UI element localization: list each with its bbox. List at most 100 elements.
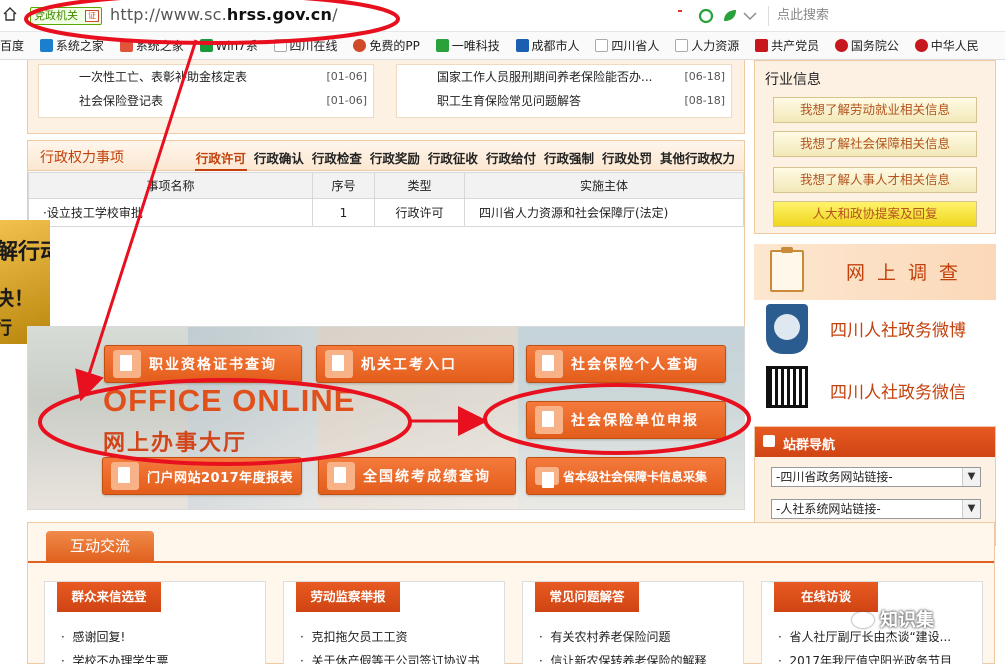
- favorite-label: 四川在线: [289, 39, 338, 53]
- list-item-text: 2017年我厅值守阳光政务节目: [789, 654, 952, 664]
- province-gov-sites-select[interactable]: -四川省政务网站链接- ▼: [771, 467, 981, 487]
- list-item[interactable]: · 2017年我厅值守阳光政务节目: [778, 652, 952, 664]
- list-item[interactable]: · 学校不办理学生票: [61, 652, 168, 664]
- weibo-banner[interactable]: 四川人社政务微博: [754, 300, 996, 358]
- favorite-label: 百度: [0, 39, 25, 53]
- document-search-icon: [535, 350, 563, 378]
- online-survey-banner[interactable]: 网上调查: [754, 244, 996, 300]
- hrss-system-sites-select[interactable]: -人社系统网站链接- ▼: [771, 499, 981, 519]
- list-item-text: 学校不办理学生票: [72, 654, 169, 664]
- party-emblem-icon: [755, 39, 769, 52]
- tab-xingzheng-queren[interactable]: 行政确认: [253, 148, 305, 169]
- table-row[interactable]: ·设立技工学校审批 1 行政许可 四川省人力资源和社会保障厅(法定): [28, 198, 744, 227]
- tab-other-power[interactable]: 其他行政权力: [659, 148, 736, 169]
- gov-site-badge-label: 党政机关: [34, 9, 78, 22]
- item-name-cell[interactable]: ·设立技工学校审批: [28, 198, 313, 227]
- notice-list-right: 国家工作人员服刑期间养老保险能否办... [06-18] 职工生育保险常见问题解答…: [396, 64, 732, 118]
- favorite-item[interactable]: 系统之家: [39, 32, 104, 59]
- column-header: 事项名称: [28, 172, 313, 199]
- item-type-cell: 行政许可: [374, 198, 465, 227]
- unit-insurance-declaration-button[interactable]: 社会保险单位申报: [526, 401, 726, 439]
- list-item[interactable]: · 信让新农保转养老保险的解释: [539, 652, 706, 664]
- employment-info-button[interactable]: 我想了解劳动就业相关信息: [773, 97, 977, 123]
- favorite-label: 系统之家: [135, 39, 184, 53]
- qr-code-icon: [766, 366, 808, 408]
- favorite-item[interactable]: 系统之家: [119, 32, 184, 59]
- home-icon[interactable]: [2, 6, 18, 22]
- favorite-item[interactable]: 人力资源: [675, 32, 740, 59]
- exam-score-query-button[interactable]: 全国统考成绩查询: [318, 457, 516, 495]
- list-item-text: 克扣拖欠员工工资: [311, 630, 408, 644]
- letters-card: 群众来信选登 · 感谢回复! · 学校不办理学生票: [44, 581, 266, 664]
- labor-report-tab[interactable]: 劳动监察举报: [296, 582, 400, 612]
- tab-xingzheng-jiangli[interactable]: 行政奖励: [369, 148, 421, 169]
- list-item[interactable]: · 克扣拖欠员工工资: [300, 628, 407, 645]
- side-ad-line: 行: [0, 318, 12, 339]
- weibo-badge-icon: [766, 304, 808, 354]
- favorite-item[interactable]: 四川省人: [595, 32, 659, 59]
- list-item[interactable]: · 关于休产假等于公司签订协议书: [300, 652, 479, 664]
- exam-entry-button[interactable]: 机关工考入口: [316, 345, 514, 383]
- favorite-item[interactable]: 免费的PP: [353, 32, 420, 59]
- social-security-card-button[interactable]: 省本级社会保障卡信息采集: [526, 457, 726, 495]
- search-input[interactable]: 点此搜索: [768, 6, 1005, 26]
- favorite-item[interactable]: 百度: [0, 32, 25, 59]
- favorite-label: 系统之家: [55, 39, 104, 53]
- url-field[interactable]: http://www.sc.hrss.gov.cn/: [110, 5, 338, 24]
- favorite-item[interactable]: 成都市人: [515, 32, 580, 59]
- weibo-label: 四川人社政务微博: [830, 321, 966, 341]
- online-survey-label: 网上调查: [846, 262, 971, 284]
- exam-score-query-label: 全国统考成绩查询: [363, 469, 491, 485]
- tab-xingzheng-xuke[interactable]: 行政许可: [194, 148, 247, 171]
- list-item[interactable]: 社会保险登记表 [01-06]: [39, 89, 373, 113]
- proposal-reply-button[interactable]: 人大和政协提案及回复: [773, 201, 977, 227]
- cert-query-button[interactable]: 职业资格证书查询: [104, 345, 302, 383]
- favorite-item[interactable]: Win7系: [199, 32, 258, 59]
- refresh-icon: [698, 8, 714, 24]
- tab-xingzheng-zhengshou[interactable]: 行政征收: [427, 148, 479, 169]
- tab-xingzheng-chufa[interactable]: 行政处罚: [601, 148, 653, 169]
- leaf-icon: [724, 10, 736, 21]
- admin-power-tabs: 行政许可 行政确认 行政检查 行政奖励 行政征收 行政给付 行政强制 行政处罚 其他行政权力: [189, 148, 736, 171]
- column-header: 实施主体: [464, 172, 744, 199]
- personal-insurance-query-button[interactable]: 社会保险个人查询: [526, 345, 726, 383]
- annual-report-label: 门户网站2017年度报表: [147, 470, 294, 486]
- favorite-item[interactable]: 共产党员: [755, 32, 820, 59]
- favorite-item[interactable]: 中华人民: [914, 32, 979, 59]
- list-item[interactable]: · 感谢回复!: [61, 628, 125, 645]
- favorite-item[interactable]: 一唯科技: [435, 32, 500, 59]
- tab-xingzheng-geifu[interactable]: 行政给付: [485, 148, 537, 169]
- list-item[interactable]: · 有关农村养老保险问题: [539, 628, 670, 645]
- favorite-icon: [515, 39, 529, 52]
- list-item[interactable]: 国家工作人员服刑期间养老保险能否办... [06-18]: [397, 65, 731, 89]
- favorite-item[interactable]: 国务院公: [834, 32, 899, 59]
- list-item[interactable]: 职工生育保险常见问题解答 [08-18]: [397, 89, 731, 113]
- annual-report-button[interactable]: 门户网站2017年度报表: [102, 457, 302, 495]
- favorite-icon: [39, 39, 53, 52]
- admin-power-title: 行政权力事项: [40, 150, 124, 166]
- favorite-label: 人力资源: [691, 39, 740, 53]
- favorite-label: 共产党员: [771, 39, 820, 53]
- list-item-text: 关于休产假等于公司签订协议书: [311, 654, 480, 664]
- industry-info-title: 行业信息: [765, 72, 821, 88]
- notice-date: [01-06]: [326, 94, 367, 107]
- site-group-nav-header: 站群导航: [755, 427, 995, 457]
- item-number-cell: 1: [312, 198, 375, 227]
- select-value: -四川省政务网站链接-: [776, 470, 893, 484]
- letters-tab[interactable]: 群众来信选登: [57, 582, 161, 612]
- favorite-item[interactable]: 四川在线: [273, 32, 338, 59]
- list-item-text: 有关农村养老保险问题: [550, 630, 671, 644]
- notice-title: 国家工作人员服刑期间养老保险能否办...: [437, 70, 653, 84]
- list-item[interactable]: 一次性工亡、表彰补助金核定表 [01-06]: [39, 65, 373, 89]
- watermark: 知识集: [852, 606, 934, 634]
- gov-site-badge[interactable]: 党政机关 证: [30, 7, 102, 25]
- personnel-talent-info-button[interactable]: 我想了解人事人才相关信息: [773, 167, 977, 193]
- faq-tab[interactable]: 常见问题解答: [535, 582, 639, 612]
- tab-xingzheng-jiancha[interactable]: 行政检查: [311, 148, 363, 169]
- notice-date: [01-06]: [326, 70, 367, 83]
- page-icon: [595, 39, 609, 52]
- tab-xingzheng-qiangzhi[interactable]: 行政强制: [543, 148, 595, 169]
- weixin-banner[interactable]: 四川人社政务微信: [754, 360, 996, 420]
- chevron-down-icon: [743, 12, 757, 20]
- social-security-info-button[interactable]: 我想了解社会保障相关信息: [773, 131, 977, 157]
